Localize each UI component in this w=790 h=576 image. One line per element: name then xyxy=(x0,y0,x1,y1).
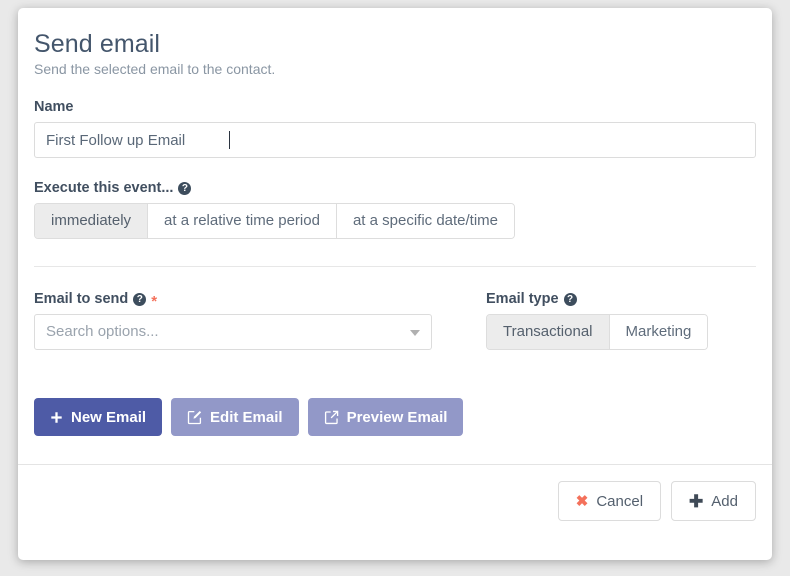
segment-relative-time[interactable]: at a relative time period xyxy=(148,204,337,238)
chevron-down-icon xyxy=(410,330,420,336)
segment-transactional[interactable]: Transactional xyxy=(487,315,610,349)
name-label: Name xyxy=(34,99,756,115)
name-input-wrap xyxy=(34,122,756,158)
edit-email-label: Edit Email xyxy=(210,408,283,426)
add-button[interactable]: ✚ Add xyxy=(671,481,756,521)
email-type-group: Email type ? Transactional Marketing xyxy=(486,291,709,350)
preview-email-button[interactable]: Preview Email xyxy=(307,398,464,436)
cancel-button[interactable]: ✖ Cancel xyxy=(557,481,662,521)
add-label: Add xyxy=(711,492,738,510)
plus-icon: ✚ xyxy=(689,491,704,511)
email-type-label: Email type ? xyxy=(486,291,708,307)
section-divider xyxy=(34,266,756,267)
question-circle-icon[interactable]: ? xyxy=(133,292,147,306)
external-link-icon xyxy=(324,410,339,425)
question-circle-icon[interactable]: ? xyxy=(563,292,577,306)
email-action-buttons: New Email Edit Email Preview Email xyxy=(34,398,756,436)
dialog-body: Send email Send the selected email to th… xyxy=(18,8,772,436)
email-to-send-label: Email to send ? * xyxy=(34,291,468,310)
name-label-text: Name xyxy=(34,99,74,115)
send-email-dialog: Send email Send the selected email to th… xyxy=(18,8,772,560)
edit-email-button[interactable]: Edit Email xyxy=(171,398,299,436)
email-to-send-select[interactable]: Search options... xyxy=(34,314,432,350)
times-icon: ✖ xyxy=(575,493,589,510)
execute-event-label: Execute this event... ? xyxy=(34,180,756,196)
segment-specific-datetime[interactable]: at a specific date/time xyxy=(336,204,515,238)
email-to-send-group: Email to send ? * Search options... xyxy=(34,291,468,350)
new-email-button[interactable]: New Email xyxy=(34,398,163,436)
new-email-label: New Email xyxy=(71,408,147,426)
email-to-send-label-text: Email to send xyxy=(34,291,129,307)
execute-event-segmented-control: immediately at a relative time period at… xyxy=(34,203,516,239)
email-config-row: Email to send ? * Search options... Emai… xyxy=(34,291,756,350)
preview-email-label: Preview Email xyxy=(346,408,448,426)
cancel-label: Cancel xyxy=(596,492,644,510)
name-input[interactable] xyxy=(34,122,756,158)
segment-marketing[interactable]: Marketing xyxy=(609,315,708,349)
required-marker: * xyxy=(151,292,158,310)
email-type-segmented-control: Transactional Marketing xyxy=(486,314,709,350)
page-subtitle: Send the selected email to the contact. xyxy=(34,61,276,77)
dialog-footer: ✖ Cancel ✚ Add xyxy=(18,465,772,537)
plus-icon xyxy=(50,411,63,424)
text-cursor xyxy=(229,131,230,149)
question-circle-icon[interactable]: ? xyxy=(178,181,192,195)
pencil-square-icon xyxy=(187,410,202,425)
page-title: Send email xyxy=(34,30,161,58)
email-type-label-text: Email type xyxy=(486,291,559,307)
segment-immediately[interactable]: immediately xyxy=(35,204,149,238)
execute-event-label-text: Execute this event... xyxy=(34,180,174,196)
email-to-send-placeholder: Search options... xyxy=(46,323,159,340)
